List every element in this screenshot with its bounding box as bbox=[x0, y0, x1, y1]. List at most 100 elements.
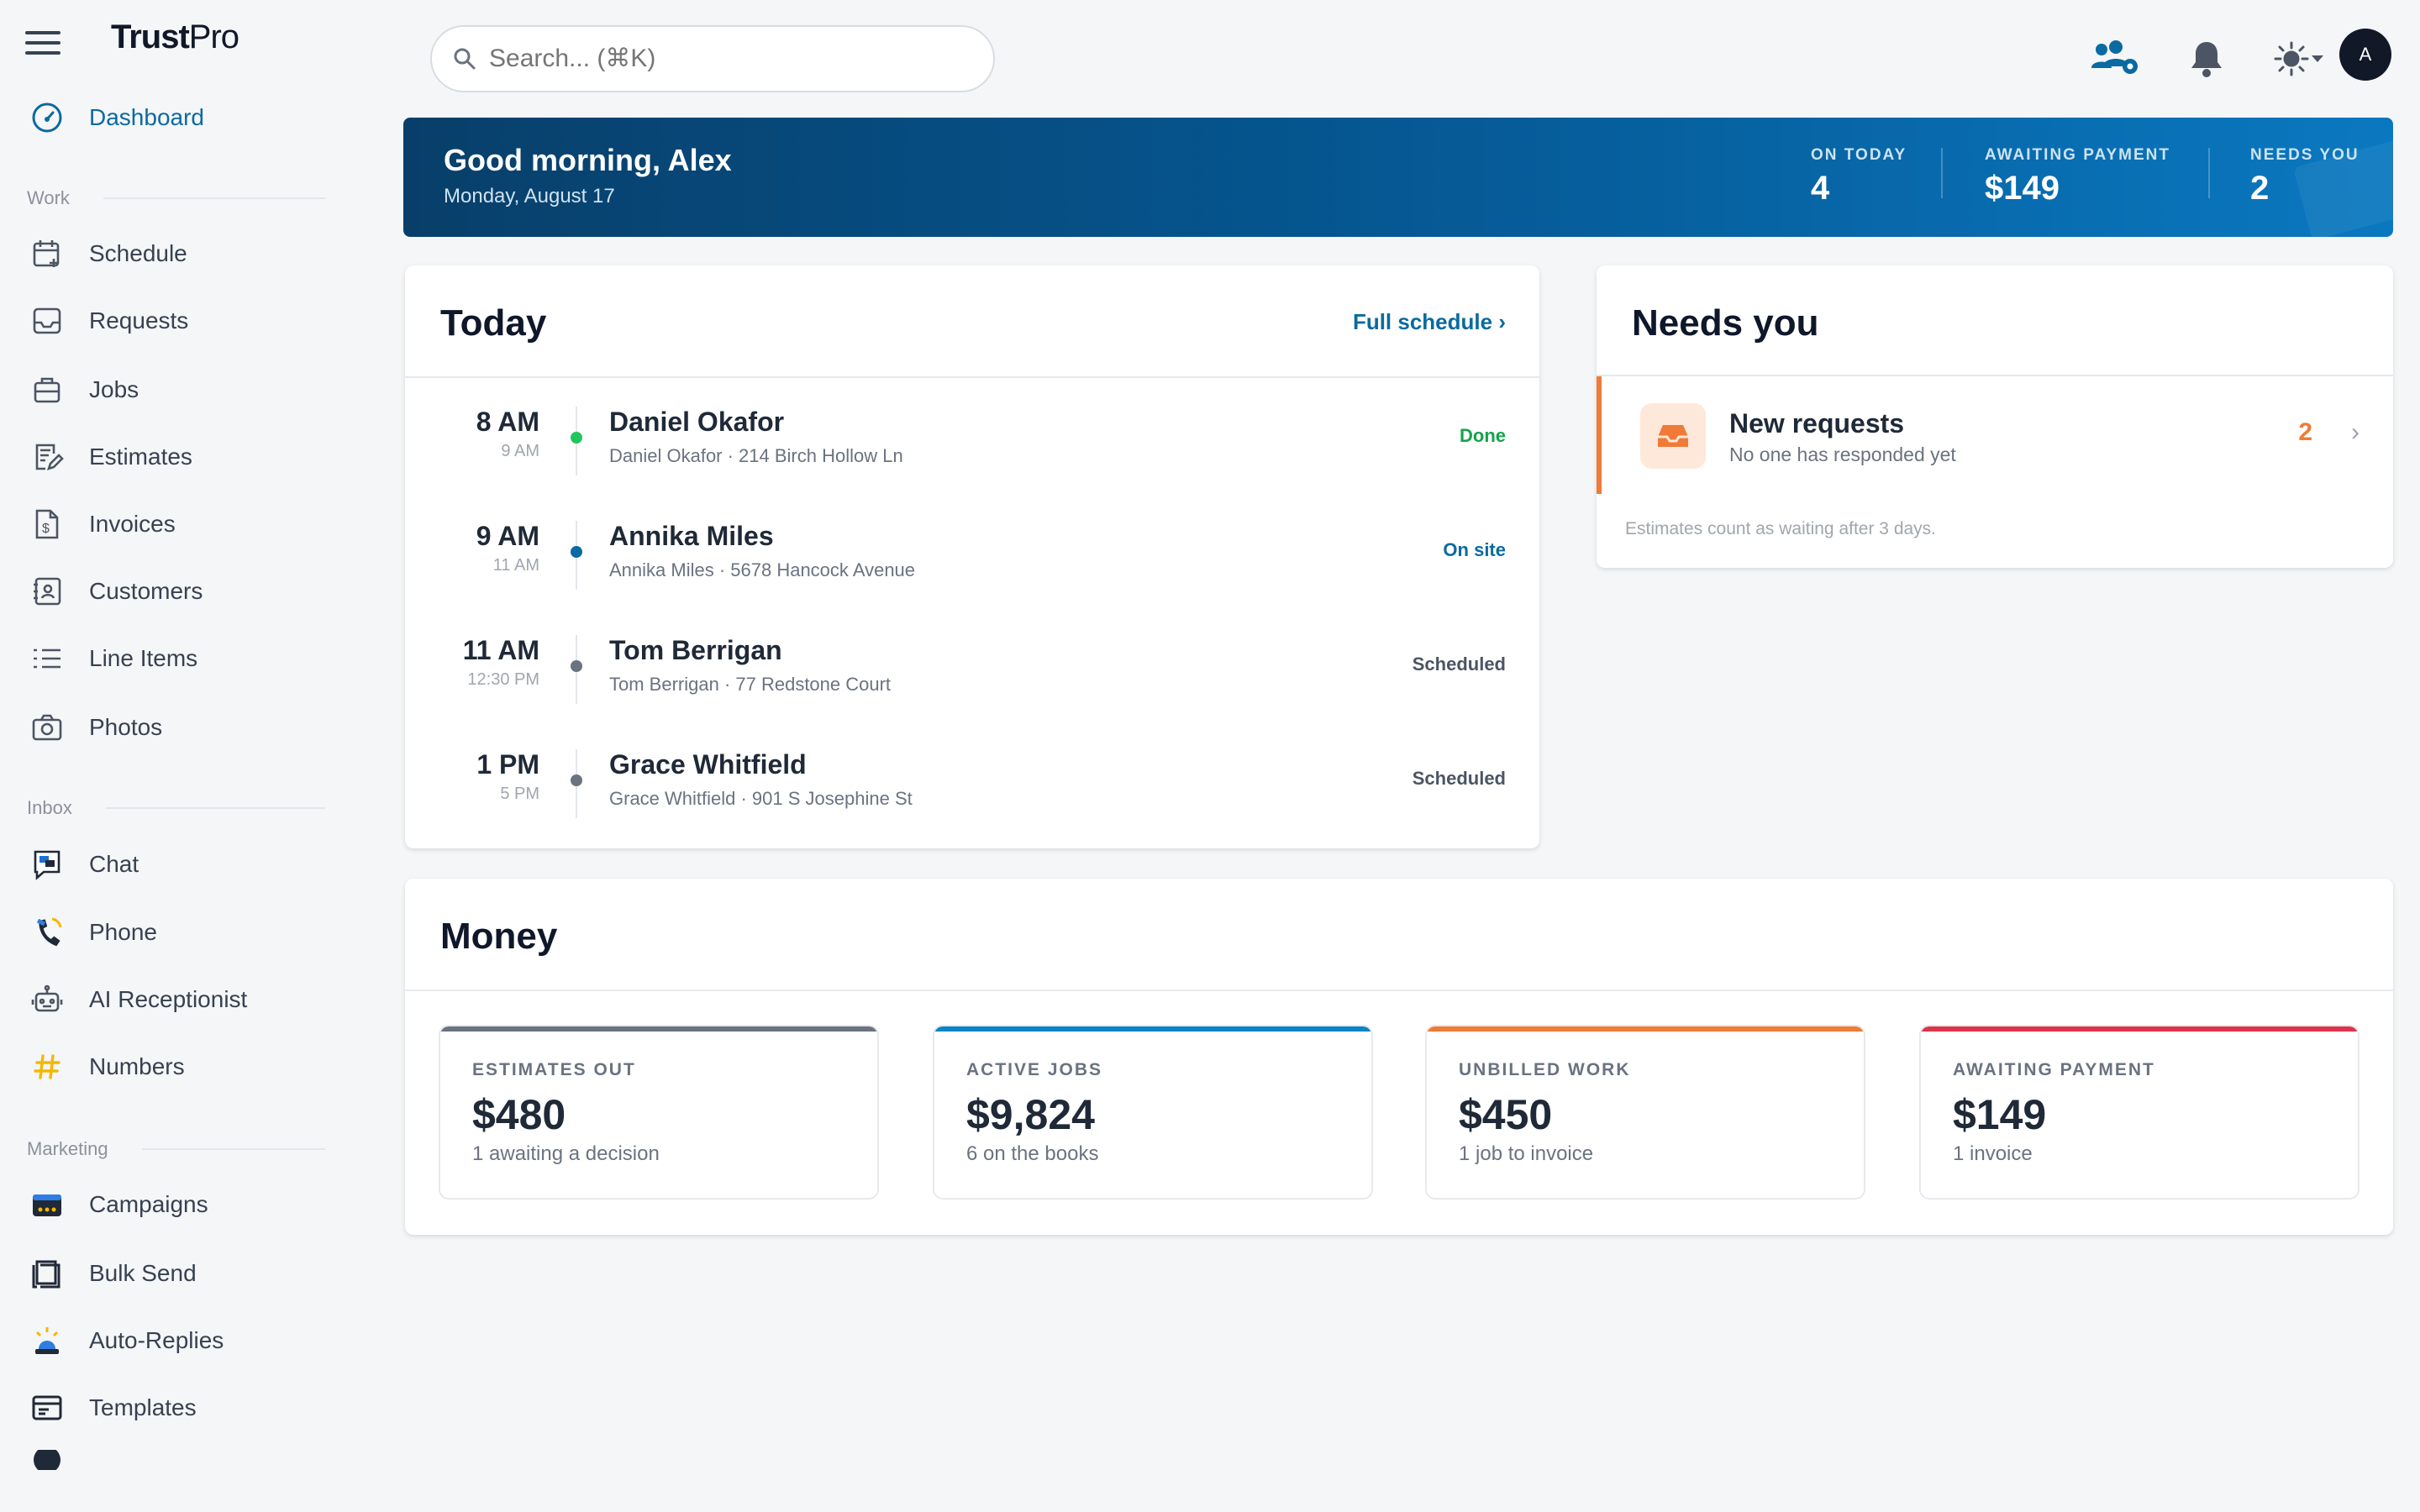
dashboard-icon bbox=[29, 99, 66, 136]
theme-menu-button[interactable] bbox=[2265, 32, 2333, 86]
money-tile-awaiting-payment[interactable]: AWAITING PAYMENT $149 1 invoice bbox=[1919, 1025, 2360, 1200]
sidebar-item-chat[interactable]: Chat bbox=[29, 839, 331, 890]
document-edit-icon bbox=[29, 438, 66, 475]
sidebar-label: Chat bbox=[89, 851, 139, 877]
brand-logo[interactable]: TrustPro bbox=[111, 18, 239, 56]
sidebar-item-numbers[interactable]: Numbers bbox=[29, 1042, 331, 1092]
status-badge: On site bbox=[1443, 539, 1506, 560]
inbox-icon bbox=[29, 302, 66, 339]
search-bar[interactable] bbox=[430, 25, 995, 92]
needs-you-count: 2 bbox=[2298, 418, 2312, 446]
caret-down-icon bbox=[2312, 55, 2323, 62]
tile-label: ESTIMATES OUT bbox=[472, 1060, 636, 1079]
sidebar-item-campaigns[interactable]: Campaigns bbox=[29, 1179, 331, 1230]
sidebar-label: Dashboard bbox=[89, 104, 204, 130]
customer-name: Annika Miles bbox=[609, 521, 774, 551]
schedule-row[interactable]: 8 AM 9 AM Daniel Okafor Daniel Okafor · … bbox=[405, 378, 1539, 492]
full-schedule-link[interactable]: Full schedule › bbox=[1353, 309, 1506, 335]
greeting-title: Good morning, Alex bbox=[444, 143, 732, 177]
schedule-row[interactable]: 9 AM 11 AM Annika Miles Annika Miles · 5… bbox=[405, 492, 1539, 606]
section-marketing: Marketing bbox=[27, 1137, 325, 1162]
customer-name: Daniel Okafor bbox=[609, 407, 785, 437]
sidebar-item-ai-receptionist[interactable]: AI Receptionist bbox=[29, 974, 331, 1025]
sidebar-label: Requests bbox=[89, 307, 189, 333]
menu-toggle[interactable] bbox=[25, 22, 60, 64]
search-icon bbox=[454, 48, 476, 70]
sidebar-item-auto-replies[interactable]: Auto-Replies bbox=[29, 1315, 331, 1366]
list-icon bbox=[29, 640, 66, 677]
invoice-icon: $ bbox=[29, 506, 66, 543]
sidebar-item-bulk-send[interactable]: Bulk Send bbox=[29, 1248, 331, 1299]
section-label: Marketing bbox=[27, 1138, 108, 1159]
tile-value: $9,824 bbox=[966, 1091, 1095, 1138]
campaign-icon bbox=[29, 1186, 66, 1223]
sidebar-item-line-items[interactable]: Line Items bbox=[29, 633, 331, 684]
stat-needs-you[interactable]: NEEDS YOU 2 bbox=[2250, 146, 2360, 207]
money-tile-active-jobs[interactable]: ACTIVE JOBS $9,824 6 on the books bbox=[933, 1025, 1373, 1200]
alarm-light-icon bbox=[29, 1322, 66, 1359]
sidebar-item-dashboard[interactable]: Dashboard bbox=[29, 92, 331, 143]
sidebar-item-partial bbox=[29, 1450, 331, 1470]
job-address: Grace Whitfield · 901 S Josephine St bbox=[609, 788, 913, 809]
schedule-row[interactable]: 1 PM 5 PM Grace Whitfield Grace Whitfiel… bbox=[405, 721, 1539, 835]
greeting-date: Monday, August 17 bbox=[444, 185, 615, 207]
sidebar-label: AI Receptionist bbox=[89, 986, 248, 1012]
stat-label: AWAITING PAYMENT bbox=[1985, 146, 2170, 164]
today-card: Today Full schedule › 8 AM 9 AM Daniel O… bbox=[405, 265, 1539, 848]
team-settings-button[interactable] bbox=[2089, 32, 2143, 86]
stat-on-today[interactable]: ON TODAY 4 bbox=[1811, 146, 1907, 207]
stat-label: ON TODAY bbox=[1811, 146, 1907, 164]
sidebar-item-phone[interactable]: Phone bbox=[29, 907, 331, 958]
needs-you-item-subtitle: No one has responded yet bbox=[1729, 444, 1956, 465]
job-address: Daniel Okafor · 214 Birch Hollow Ln bbox=[609, 445, 903, 466]
new-requests-item[interactable]: New requests No one has responded yet 2 … bbox=[1597, 376, 2393, 494]
money-tile-estimates[interactable]: ESTIMATES OUT $480 1 awaiting a decision bbox=[439, 1025, 879, 1200]
full-schedule-label: Full schedule bbox=[1352, 309, 1493, 334]
start-time: 11 AM bbox=[462, 635, 539, 665]
tile-value: $149 bbox=[1953, 1091, 2047, 1138]
team-gear-icon bbox=[2091, 40, 2138, 74]
sidebar-label: Campaigns bbox=[89, 1191, 208, 1217]
notifications-button[interactable] bbox=[2180, 32, 2233, 86]
sidebar-item-requests[interactable]: Requests bbox=[29, 296, 331, 346]
sidebar-item-invoices[interactable]: $ Invoices bbox=[29, 499, 331, 549]
sidebar-item-estimates[interactable]: Estimates bbox=[29, 432, 331, 482]
status-badge: Scheduled bbox=[1412, 768, 1506, 789]
hash-icon bbox=[29, 1048, 66, 1085]
job-address: Annika Miles · 5678 Hancock Avenue bbox=[609, 559, 916, 580]
money-title: Money bbox=[440, 916, 558, 957]
camera-icon bbox=[29, 709, 66, 746]
sidebar-item-templates[interactable]: Templates bbox=[29, 1383, 331, 1433]
section-work: Work bbox=[27, 186, 325, 211]
chat-icon bbox=[29, 846, 66, 883]
status-dot bbox=[571, 660, 582, 672]
sidebar-label: Photos bbox=[89, 714, 163, 740]
customer-name: Tom Berrigan bbox=[609, 635, 782, 665]
tile-subtext: 6 on the books bbox=[966, 1142, 1099, 1165]
sidebar-item-schedule[interactable]: Schedule bbox=[29, 228, 331, 279]
status-badge: Scheduled bbox=[1412, 654, 1506, 675]
briefcase-icon bbox=[29, 371, 66, 408]
sidebar-item-customers[interactable]: Customers bbox=[29, 566, 331, 617]
end-time: 12:30 PM bbox=[467, 670, 539, 689]
start-time: 1 PM bbox=[476, 749, 539, 780]
sidebar-label: Jobs bbox=[89, 376, 139, 402]
needs-you-note: Estimates count as waiting after 3 days. bbox=[1625, 519, 1937, 538]
chevron-right-icon: › bbox=[1498, 309, 1506, 334]
money-tile-unbilled[interactable]: UNBILLED WORK $450 1 job to invoice bbox=[1425, 1025, 1865, 1200]
avatar[interactable]: A bbox=[2339, 29, 2391, 81]
tile-subtext: 1 awaiting a decision bbox=[472, 1142, 660, 1165]
tile-label: AWAITING PAYMENT bbox=[1953, 1060, 2155, 1079]
greeting-banner: Good morning, Alex Monday, August 17 ON … bbox=[403, 118, 2393, 237]
sidebar-item-photos[interactable]: Photos bbox=[29, 702, 331, 753]
schedule-row[interactable]: 11 AM 12:30 PM Tom Berrigan Tom Berrigan… bbox=[405, 606, 1539, 721]
search-input[interactable] bbox=[489, 45, 960, 73]
bell-icon bbox=[2191, 42, 2222, 77]
sidebar-item-jobs[interactable]: Jobs bbox=[29, 365, 331, 415]
sidebar-label: Bulk Send bbox=[89, 1260, 197, 1286]
status-badge: Done bbox=[1460, 425, 1506, 446]
stat-awaiting-payment[interactable]: AWAITING PAYMENT $149 bbox=[1985, 146, 2170, 207]
stat-value: $149 bbox=[1985, 170, 2060, 207]
job-address: Tom Berrigan · 77 Redstone Court bbox=[609, 674, 892, 695]
tile-value: $450 bbox=[1459, 1091, 1553, 1138]
